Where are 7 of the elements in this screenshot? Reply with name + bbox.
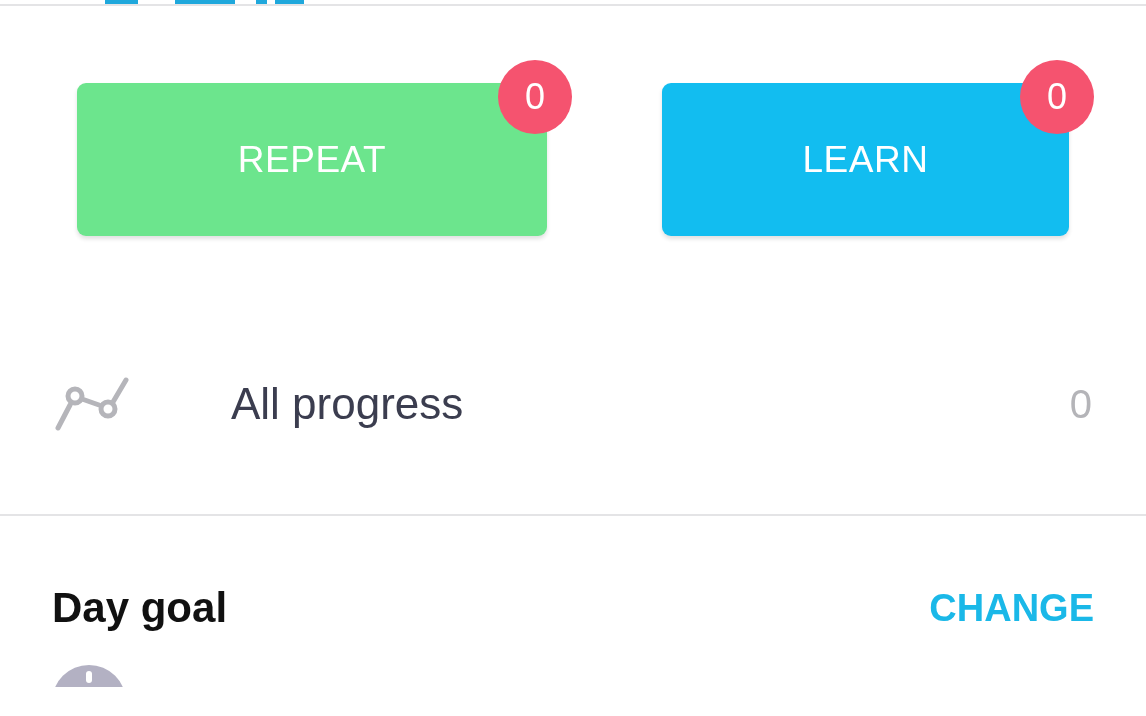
change-link[interactable]: CHANGE [929, 586, 1094, 630]
section-title: Day goal [52, 584, 228, 632]
progress-label: All progress [231, 379, 464, 429]
count-badge: 0 [1020, 60, 1094, 134]
progress-count: 0 [1069, 381, 1092, 427]
line-graph-icon [55, 377, 129, 431]
count-badge: 0 [498, 60, 572, 134]
